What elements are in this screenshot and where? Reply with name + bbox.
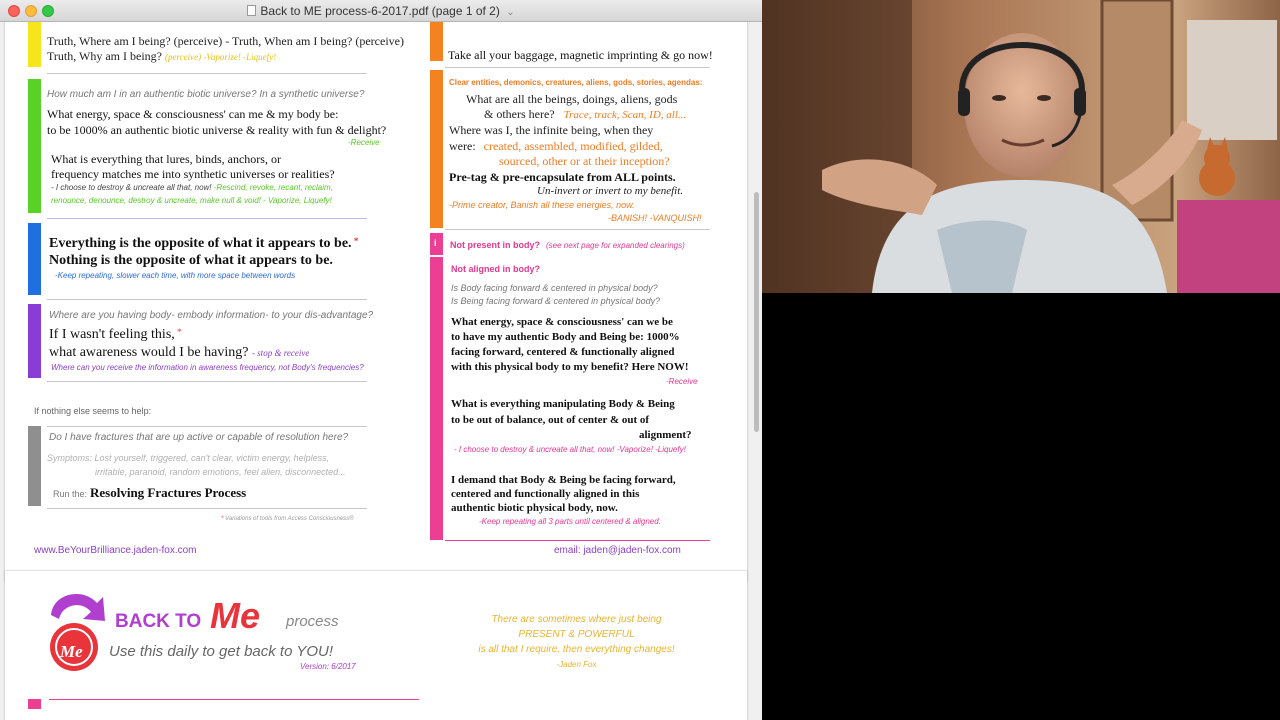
pre-tag-line: Pre-tag & pre-encapsulate from ALL point… xyxy=(449,170,676,184)
banish-tag: -BANISH! -VANQUISH! xyxy=(608,213,702,223)
footnote: * Variations of tools from Access Consci… xyxy=(221,516,354,522)
awareness-frequency-note: Where can you receive the information in… xyxy=(51,363,364,372)
not-present-heading: Not present in body? xyxy=(450,240,540,250)
symptoms-line1: Symptoms: Lost yourself, triggered, can'… xyxy=(47,453,330,463)
divider xyxy=(445,229,710,230)
divider xyxy=(47,299,367,300)
pdf-document-icon xyxy=(247,5,257,16)
baggage-line: Take all your baggage, magnetic imprinti… xyxy=(448,48,713,62)
lures-question-line2: frequency matches me into synthetic univ… xyxy=(51,167,335,181)
not-aligned-heading: Not aligned in body? xyxy=(451,264,540,274)
chevron-down-icon[interactable]: ⌄ xyxy=(506,7,514,18)
infinite-being-line2: were: created, assembled, modified, gild… xyxy=(449,139,663,153)
green-section-bar xyxy=(28,79,41,213)
next-page-note: (see next page for expanded clearings) xyxy=(546,241,685,250)
energy-question-line2: to be 1000% an authentic biotic universe… xyxy=(47,123,387,137)
back-to-title: BACK TO xyxy=(115,611,202,632)
divider xyxy=(47,426,367,427)
resolving-fractures-link[interactable]: Resolving Fractures Process xyxy=(90,485,246,501)
me-title: Me xyxy=(210,595,261,636)
gray-section-bar xyxy=(28,426,41,506)
logo-me-text: Me xyxy=(60,642,83,661)
opposite-line1: Everything is the opposite of what it ap… xyxy=(49,236,359,251)
infinite-being-line3: sourced, other or at their inception? xyxy=(499,154,670,168)
purple-section-bar xyxy=(28,304,41,378)
scroll-thumb[interactable] xyxy=(754,192,759,432)
receive-tag-pink: -Receive xyxy=(666,377,698,386)
lures-question-line1: What is everything that lures, binds, an… xyxy=(51,152,281,166)
pink-section-bar xyxy=(430,257,443,540)
presenter-video-frame xyxy=(762,0,1280,293)
clear-entities-heading: Clear entities, demonics, creatures, ali… xyxy=(449,78,703,87)
manipulating-line2: to be out of balance, out of center & ou… xyxy=(451,414,650,426)
choose-destroy-line: - I choose to destroy & uncreate all tha… xyxy=(51,183,333,192)
divider xyxy=(49,699,419,700)
prime-creator-line: -Prime creator, Banish all these energie… xyxy=(449,200,635,210)
embody-question: Where are you having body- embody inform… xyxy=(49,310,374,321)
quote-block: There are sometimes where just being PRE… xyxy=(478,614,675,669)
if-feeling-line: If I wasn't feeling this, * xyxy=(49,327,182,342)
info-icon: i xyxy=(434,238,437,248)
aligned-energy-line3: facing forward, centered & functionally … xyxy=(451,346,675,358)
pdf-page-2: Me BACK TO Me process Use this daily to … xyxy=(5,571,747,720)
awareness-line: what awareness would I be having? - stop… xyxy=(49,345,310,360)
aligned-energy-line4: with this physical body to my benefit? H… xyxy=(451,361,689,373)
webcam-video xyxy=(762,0,1280,293)
infinite-being-line1: Where was I, the infinite being, when th… xyxy=(449,123,654,137)
demand-line1: I demand that Body & Being be facing for… xyxy=(451,474,676,486)
version-label: Version: 6/2017 xyxy=(300,662,356,671)
destroy-tag-pink: - I choose to destroy & uncreate all tha… xyxy=(454,445,686,454)
manipulating-line1: What is everything manipulating Body & B… xyxy=(451,398,675,410)
truth-where-line: Truth, Where am I being? (perceive) - Tr… xyxy=(47,34,404,48)
process-title: process xyxy=(286,613,339,630)
divider xyxy=(47,218,367,219)
beings-question-line2: & others here? Trace, track, Scan, ID, a… xyxy=(484,107,687,121)
window-titlebar: Back to ME process-6-2017.pdf (page 1 of… xyxy=(0,0,762,22)
tagline: Use this daily to get back to YOU! xyxy=(109,643,333,660)
renounce-line: renounce, denounce, destroy & uncreate, … xyxy=(51,196,332,205)
demand-line3: authentic biotic physical body, now. xyxy=(451,502,618,514)
help-label: If nothing else seems to help: xyxy=(34,406,152,416)
yellow-section-bar xyxy=(28,22,41,67)
divider xyxy=(445,67,710,68)
divider xyxy=(445,540,710,541)
orange-section-bar-top xyxy=(430,22,443,61)
keep-repeating-pink: -Keep repeating all 3 parts until center… xyxy=(479,517,661,526)
being-facing-question: Is Being facing forward & centered in ph… xyxy=(451,296,661,306)
manipulating-line3: alignment? xyxy=(639,429,692,441)
demand-line2: centered and functionally aligned in thi… xyxy=(451,488,640,500)
pdf-page-1: Truth, Where am I being? (perceive) - Tr… xyxy=(5,22,747,582)
pink-section-bar-page2 xyxy=(28,699,41,709)
symptoms-line2: irritable, paranoid, random emotions, fe… xyxy=(95,467,346,477)
back-to-me-logo-icon xyxy=(50,593,105,671)
divider xyxy=(47,73,367,74)
vertical-scrollbar[interactable] xyxy=(752,52,760,432)
fractures-question: Do I have fractures that are up active o… xyxy=(49,432,349,443)
keep-repeating-note: -Keep repeating, slower each time, with … xyxy=(55,271,296,280)
website-link[interactable]: www.BeYourBrilliance.jaden-fox.com xyxy=(34,545,197,556)
window-title[interactable]: Back to ME process-6-2017.pdf (page 1 of… xyxy=(0,4,762,18)
body-facing-question: Is Body facing forward & centered in phy… xyxy=(451,283,658,293)
un-invert-line: Un-invert or invert to my benefit. xyxy=(537,185,684,197)
orange-section-bar xyxy=(430,70,443,228)
pdf-viewer[interactable]: Truth, Where am I being? (perceive) - Tr… xyxy=(0,22,762,720)
aligned-energy-line1: What energy, space & consciousness' can … xyxy=(451,316,673,328)
blue-section-bar xyxy=(28,223,41,295)
energy-question-line1: What energy, space & consciousness' can … xyxy=(47,107,339,121)
receive-tag: -Receive xyxy=(348,138,380,147)
opposite-line2: Nothing is the opposite of what it appea… xyxy=(49,253,333,268)
run-the-label: Run the: xyxy=(53,489,88,499)
truth-why-line: Truth, Why am I being? (perceive) -Vapor… xyxy=(47,49,277,63)
aligned-energy-line2: to have my authentic Body and Being be: … xyxy=(451,331,680,343)
beings-question-line1: What are all the beings, doings, aliens,… xyxy=(466,92,678,106)
divider xyxy=(47,508,367,509)
biotic-question: How much am I in an authentic biotic uni… xyxy=(47,89,365,100)
divider xyxy=(47,381,367,382)
email-link[interactable]: email: jaden@jaden-fox.com xyxy=(554,545,681,556)
